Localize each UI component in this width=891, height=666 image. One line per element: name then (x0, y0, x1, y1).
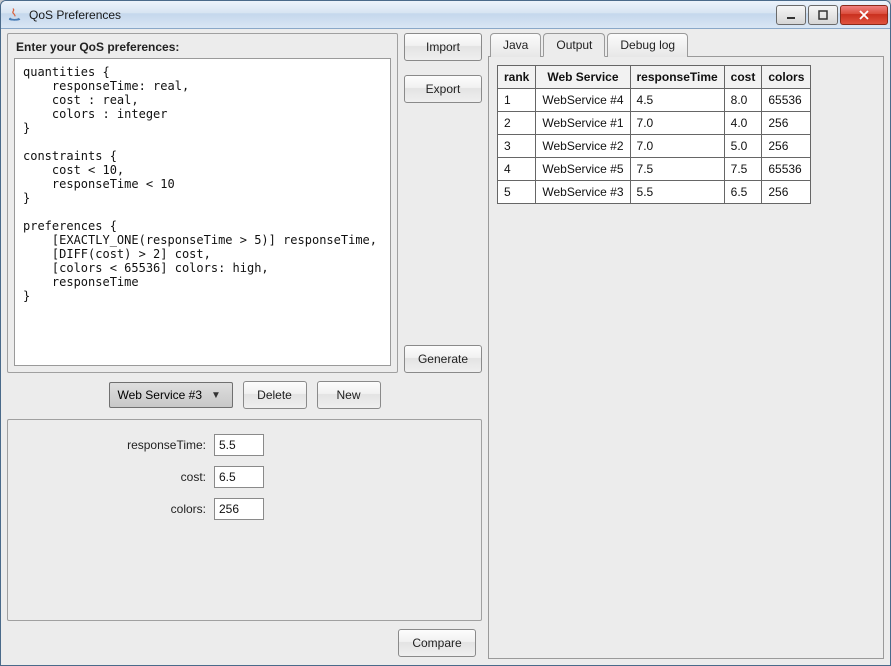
close-button[interactable] (840, 5, 888, 25)
th-cost: cost (724, 66, 762, 89)
cell-cost: 8.0 (724, 89, 762, 112)
chevron-down-icon: ▼ (208, 390, 224, 401)
tab-output[interactable]: Output (543, 33, 605, 57)
cell-rank: 3 (498, 135, 536, 158)
title-bar[interactable]: QoS Preferences (1, 1, 890, 29)
tab-content-output: rank Web Service responseTime cost color… (488, 56, 884, 659)
cell-cost: 7.5 (724, 158, 762, 181)
cell-rank: 1 (498, 89, 536, 112)
table-row[interactable]: 5WebService #35.56.5256 (498, 181, 811, 204)
export-button[interactable]: Export (404, 75, 482, 103)
cost-input[interactable] (214, 466, 264, 488)
cell-rt: 7.0 (630, 112, 724, 135)
tab-java[interactable]: Java (490, 33, 541, 57)
colors-input[interactable] (214, 498, 264, 520)
window-title: QoS Preferences (29, 8, 774, 22)
cell-rank: 5 (498, 181, 536, 204)
responseTime-label: responseTime: (14, 438, 206, 452)
window-controls (774, 5, 888, 25)
preferences-textarea[interactable] (14, 58, 391, 366)
cell-colors: 65536 (762, 89, 811, 112)
cell-ws: WebService #3 (536, 181, 630, 204)
cell-colors: 256 (762, 112, 811, 135)
java-icon (7, 7, 23, 23)
generate-button[interactable]: Generate (404, 345, 482, 373)
service-selector-row: Web Service #3 ▼ Delete New (7, 377, 482, 415)
cell-colors: 256 (762, 135, 811, 158)
cost-label: cost: (14, 470, 206, 484)
th-colors: colors (762, 66, 811, 89)
left-column: Enter your QoS preferences: Import Expor… (7, 33, 482, 659)
cell-cost: 4.0 (724, 112, 762, 135)
table-row[interactable]: 1WebService #44.58.065536 (498, 89, 811, 112)
app-window: QoS Preferences Enter your QoS preferenc… (0, 0, 891, 666)
tab-bar: Java Output Debug log (488, 33, 884, 57)
service-form-grid: responseTime: cost: colors: (14, 434, 274, 520)
cell-cost: 6.5 (724, 181, 762, 204)
preferences-label: Enter your QoS preferences: (16, 40, 391, 54)
table-header-row: rank Web Service responseTime cost color… (498, 66, 811, 89)
cell-ws: WebService #1 (536, 112, 630, 135)
table-row[interactable]: 4WebService #57.57.565536 (498, 158, 811, 181)
cell-ws: WebService #2 (536, 135, 630, 158)
tab-debug[interactable]: Debug log (607, 33, 688, 57)
new-button[interactable]: New (317, 381, 381, 409)
cell-rt: 7.0 (630, 135, 724, 158)
cell-rt: 5.5 (630, 181, 724, 204)
th-webservice: Web Service (536, 66, 630, 89)
service-combobox[interactable]: Web Service #3 ▼ (109, 382, 233, 408)
service-combobox-value: Web Service #3 (118, 388, 203, 402)
preferences-panel: Enter your QoS preferences: (7, 33, 398, 373)
side-button-column: Import Export Generate (404, 33, 482, 373)
delete-button[interactable]: Delete (243, 381, 307, 409)
cell-rank: 4 (498, 158, 536, 181)
table-row[interactable]: 2WebService #17.04.0256 (498, 112, 811, 135)
cell-colors: 256 (762, 181, 811, 204)
cell-colors: 65536 (762, 158, 811, 181)
output-table: rank Web Service responseTime cost color… (497, 65, 811, 204)
spacer (404, 117, 482, 331)
maximize-button[interactable] (808, 5, 838, 25)
cell-rt: 7.5 (630, 158, 724, 181)
cell-rank: 2 (498, 112, 536, 135)
th-responseTime: responseTime (630, 66, 724, 89)
compare-button[interactable]: Compare (398, 629, 476, 657)
cell-ws: WebService #4 (536, 89, 630, 112)
right-column: Java Output Debug log rank Web Service r… (488, 33, 884, 659)
cell-cost: 5.0 (724, 135, 762, 158)
responseTime-input[interactable] (214, 434, 264, 456)
compare-row: Compare (7, 625, 482, 659)
cell-ws: WebService #5 (536, 158, 630, 181)
window-body: Enter your QoS preferences: Import Expor… (1, 29, 890, 665)
preferences-row: Enter your QoS preferences: Import Expor… (7, 33, 482, 373)
cell-rt: 4.5 (630, 89, 724, 112)
service-form-panel: responseTime: cost: colors: (7, 419, 482, 621)
colors-label: colors: (14, 502, 206, 516)
th-rank: rank (498, 66, 536, 89)
table-row[interactable]: 3WebService #27.05.0256 (498, 135, 811, 158)
minimize-button[interactable] (776, 5, 806, 25)
import-button[interactable]: Import (404, 33, 482, 61)
